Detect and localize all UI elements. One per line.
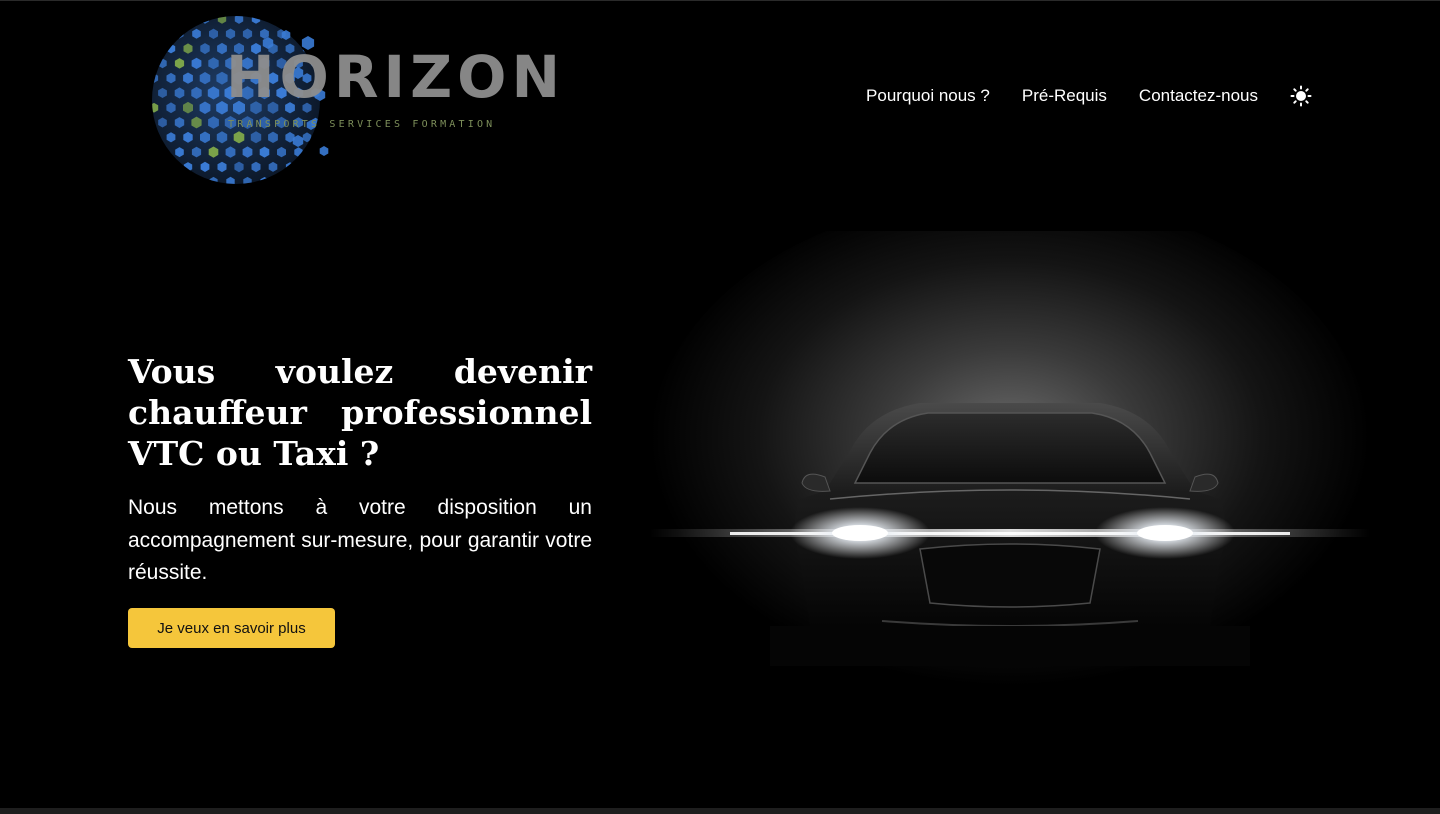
brand-logo[interactable]: HORIZON TRANSPORTS SERVICES FORMATION	[148, 13, 560, 188]
nav-link-pre-requis[interactable]: Pré-Requis	[1022, 86, 1107, 106]
car-headlights-image	[620, 231, 1400, 701]
sun-icon	[1290, 85, 1312, 107]
landing-page: HORIZON TRANSPORTS SERVICES FORMATION Po…	[0, 0, 1440, 814]
learn-more-button[interactable]: Je veux en savoir plus	[128, 608, 335, 648]
nav-link-pourquoi-nous[interactable]: Pourquoi nous ?	[866, 86, 990, 106]
logo-tagline: TRANSPORTS SERVICES FORMATION	[228, 119, 496, 130]
logo-wordmark: HORIZON	[226, 43, 565, 111]
hero-subtitle: Nous mettons à votre disposition un acco…	[128, 496, 592, 584]
hero-title: Vous voulez devenir chauffeur profession…	[128, 352, 592, 473]
page-bottom-edge	[0, 808, 1440, 814]
main-nav: Pourquoi nous ? Pré-Requis Contactez-nou…	[866, 85, 1312, 107]
theme-toggle-button[interactable]	[1290, 85, 1312, 107]
nav-link-contactez-nous[interactable]: Contactez-nous	[1139, 86, 1258, 106]
